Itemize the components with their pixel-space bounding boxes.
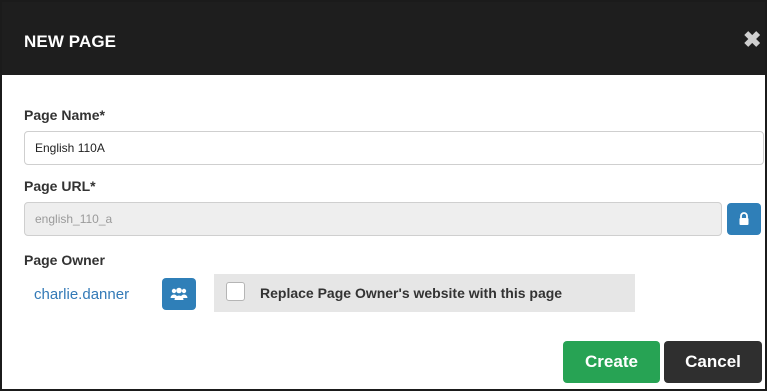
new-page-dialog: NEW PAGE ✖ Page Name* English 110A Page … bbox=[0, 0, 767, 391]
cancel-button[interactable]: Cancel bbox=[664, 341, 762, 383]
lock-icon bbox=[739, 212, 749, 225]
dialog-header: NEW PAGE ✖ bbox=[2, 2, 765, 75]
lock-url-button[interactable] bbox=[727, 203, 761, 235]
close-icon[interactable]: ✖ bbox=[743, 29, 761, 51]
replace-website-checkbox[interactable] bbox=[226, 282, 245, 301]
replace-website-label: Replace Page Owner's website with this p… bbox=[260, 285, 563, 301]
create-button[interactable]: Create bbox=[563, 341, 660, 383]
page-name-input[interactable]: English 110A bbox=[24, 131, 764, 165]
page-url-input[interactable]: english_110_a bbox=[24, 202, 722, 236]
select-owner-button[interactable] bbox=[162, 278, 196, 310]
page-owner-label: Page Owner bbox=[24, 252, 105, 268]
replace-website-option[interactable]: Replace Page Owner's website with this p… bbox=[214, 274, 635, 312]
page-name-label: Page Name* bbox=[24, 107, 105, 123]
page-url-label: Page URL* bbox=[24, 178, 96, 194]
page-owner-link[interactable]: charlie.danner bbox=[34, 286, 129, 303]
dialog-title: NEW PAGE bbox=[24, 32, 117, 51]
users-icon bbox=[170, 287, 188, 300]
